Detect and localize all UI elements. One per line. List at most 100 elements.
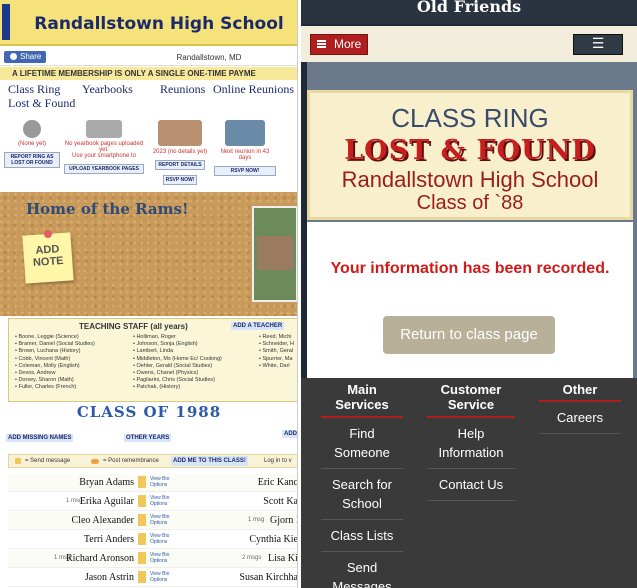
send-message-icon [15,458,21,464]
table-row: Jason Astrin View Bio Options Susan Kirch… [8,569,297,587]
options-label: Options [150,482,168,488]
nav-class-ring[interactable]: Class Ring [8,82,60,97]
bio-icon[interactable] [138,552,146,564]
class-year: Class of `88 [416,192,524,214]
report-ring-button[interactable]: REPORT RING AS LOST OR FOUND [4,152,60,168]
teacher-item[interactable]: • Holliman, Roger [133,334,222,341]
footer-link-careers[interactable]: Careers [539,402,621,434]
yearbook-icon [86,120,122,138]
teacher-item[interactable]: • Fuller, Charles (French) [15,384,95,391]
nav-online-reunions[interactable]: Online Reunions [213,82,294,97]
classmate-name[interactable]: Lisa Kir [268,553,297,564]
bio-icon[interactable] [138,495,146,507]
nav-reunions[interactable]: Reunions [160,82,205,97]
more-button[interactable]: More [310,34,368,55]
bio-icon[interactable] [138,533,146,545]
class-title: CLASS OF 1988 [76,403,222,421]
footer-col-main-services: Main Services Find Someone Search for Sc… [321,378,403,588]
online-rsvp-button[interactable]: RSVP NOW! [214,166,276,176]
upload-yearbook-button[interactable]: UPLOAD YEARBOOK PAGES [64,164,144,174]
classmate-name[interactable]: Jason Astrin [68,572,134,583]
teacher-item[interactable]: • Oehler, Gerald (Social Studies) [133,363,222,370]
view-bio-link[interactable]: View Bio Options [150,514,169,526]
view-bio-link[interactable]: View Bio Options [150,476,169,488]
share-bar: Share 0 Randallstown, MD [0,48,297,73]
table-row: Terri Anders View Bio Options Cynthia Kie [8,531,297,549]
classmate-name[interactable]: Scott Ka [238,496,297,507]
bio-icon[interactable] [138,476,146,488]
teacher-item[interactable]: • Spurrier, Ma [259,356,294,363]
other-years-button[interactable]: OTHER YEARS [124,434,172,442]
teacher-item[interactable]: • Cobb, Vincent (Math) [15,356,95,363]
nav-yearbooks[interactable]: Yearbooks [82,82,133,97]
classmate-name[interactable]: Susan Kirchha [238,572,297,583]
teacher-item[interactable]: • Smith, Geral [259,348,294,355]
teacher-item[interactable]: • Boone, Leggie (Science) [15,334,95,341]
menu-icon [317,40,326,48]
school-name: Randallstown High School [341,167,599,192]
add-teacher-button[interactable]: ADD A TEACHER [231,322,285,330]
remembrance-icon [91,459,99,464]
bio-icon[interactable] [138,571,146,583]
teacher-item[interactable]: • Bramer, Daniel (Social Studies) [15,341,95,348]
classmate-name[interactable]: Cynthia Kie [238,534,297,545]
classmate-name[interactable]: Gjorn K [270,515,297,526]
login-link[interactable]: Log in to v [264,455,292,467]
classmate-name[interactable]: Bryan Adams [68,477,134,488]
footer-link-class-lists[interactable]: Class Lists [321,520,403,552]
report-details-button[interactable]: REPORT DETAILS [155,160,205,170]
teacher-item[interactable]: • Dorsey, Sharon (Math) [15,377,95,384]
membership-banner[interactable]: A LIFETIME MEMBERSHIP IS ONLY A SINGLE O… [0,67,297,80]
add-missing-names-button[interactable]: ADD MISSING NAMES [6,434,74,442]
ring-section: (None yet) REPORT RING AS LOST OR FOUND [4,120,60,168]
reunion-photo-icon [158,120,202,146]
footer-link-search-school[interactable]: Search for School [321,469,403,520]
footer-heading-other: Other [539,378,621,402]
bio-icon[interactable] [138,514,146,526]
school-logo [2,4,10,40]
teacher-item[interactable]: • Owens, Chanel (Physics) [133,370,222,377]
rsvp-button[interactable]: RSVP NOW! [162,175,198,185]
add-me-button[interactable]: ADD ME TO THIS CLASS! [171,456,248,466]
teacher-item[interactable]: • Devos, Andrew [15,370,95,377]
footer-link-help-information[interactable]: Help Information [427,418,515,469]
teacher-item[interactable]: • Johnson, Sonja (English) [133,341,222,348]
teacher-item[interactable]: • Middleton, Ms (Home Ec/ Cooking) [133,356,222,363]
lost-found-heading: LOST & FOUND [344,135,596,166]
add-note-button[interactable]: ADD NOTE [22,232,74,284]
classmate-name[interactable]: Cleo Alexander [64,515,134,526]
teacher-item[interactable]: • Schneider, H [259,341,294,348]
return-to-class-button[interactable]: Return to class page [383,316,555,354]
pushpin-icon [44,230,52,238]
add-button[interactable]: ADD [282,430,297,438]
hamburger-menu-button[interactable]: ☰ [573,34,623,55]
teacher-item[interactable]: • Coleman, Molly (English) [15,363,95,370]
msg-count[interactable]: 1 msg [248,517,264,523]
footer-link-send-messages[interactable]: Send Messages [321,552,403,588]
footer-link-contact-us[interactable]: Contact Us [427,469,515,501]
nav-lost-found[interactable]: Lost & Found [8,96,75,111]
teacher-item[interactable]: • Patchak, (History) [133,384,222,391]
view-bio-link[interactable]: View Bio Options [150,495,169,507]
online-reunion-section: Next reunion in 43 days RSVP NOW! [214,120,276,176]
msg-count[interactable]: 2 msgs [242,555,261,561]
reunion-caption: 2023 (no details yet) [152,149,208,155]
classmate-name[interactable]: Eric Kanc [238,477,297,488]
ring-icon [23,120,41,138]
legend-send: = Send message [25,458,71,464]
teacher-item[interactable]: • White, Darl [259,363,294,370]
classmate-name[interactable]: Richard Aronson [64,553,134,564]
view-bio-link[interactable]: View Bio Options [150,552,169,564]
teacher-item[interactable]: • Reed, Michi [259,334,294,341]
classmate-name[interactable]: Erika Aguilar [68,496,134,507]
screenshot-root: Randallstown High School Share 0 Randall… [0,0,637,588]
teacher-item[interactable]: • Lambert, Linda [133,348,222,355]
school-city: Randallstown, MD [176,53,242,62]
teacher-item[interactable]: • Pagliarini, Chris (Social Studies) [133,377,222,384]
footer-link-find-someone[interactable]: Find Someone [321,418,403,469]
teacher-item[interactable]: • Brown, Luchana (History) [15,348,95,355]
view-bio-link[interactable]: View Bio Options [150,533,169,545]
classmate-name[interactable]: Terri Anders [68,534,134,545]
view-bio-link[interactable]: View Bio Options [150,571,169,583]
table-row: Cleo Alexander View Bio Options 1 msg Gjo… [8,512,297,530]
